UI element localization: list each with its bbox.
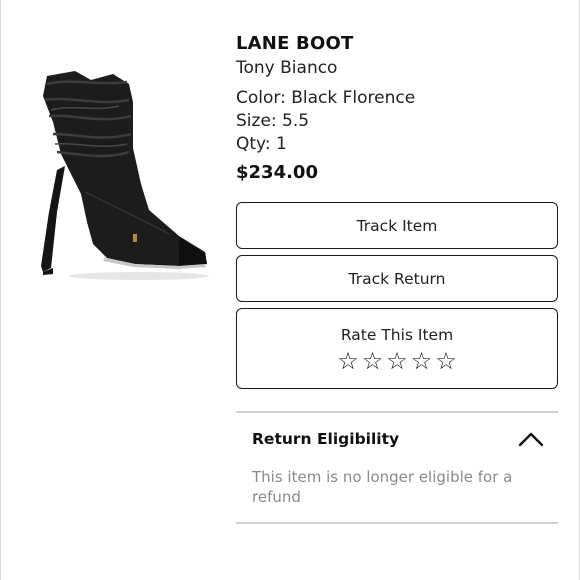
rate-item-box: Rate This Item ☆ ☆ ☆ ☆ ☆ xyxy=(236,308,558,389)
chevron-up-icon[interactable] xyxy=(518,431,544,447)
product-image xyxy=(41,71,209,280)
product-brand: Tony Bianco xyxy=(236,58,338,78)
return-eligibility-title: Return Eligibility xyxy=(252,430,400,448)
star-icon-1[interactable]: ☆ xyxy=(337,348,359,374)
product-name: LANE BOOT xyxy=(236,33,354,54)
star-rating: ☆ ☆ ☆ ☆ ☆ xyxy=(337,348,457,374)
section-divider xyxy=(236,522,558,524)
star-icon-4[interactable]: ☆ xyxy=(411,348,433,374)
return-eligibility-message: This item is no longer eligible for a re… xyxy=(252,468,513,506)
return-eligibility-toggle[interactable]: Return Eligibility xyxy=(252,428,548,452)
product-qty: Qty: 1 xyxy=(236,134,287,154)
track-item-button[interactable]: Track Item xyxy=(236,202,558,249)
product-size: Size: 5.5 xyxy=(236,111,310,131)
star-icon-2[interactable]: ☆ xyxy=(362,348,384,374)
product-price: $234.00 xyxy=(236,162,318,183)
star-icon-3[interactable]: ☆ xyxy=(386,348,408,374)
order-item-page: LANE BOOT Tony Bianco Color: Black Flore… xyxy=(0,0,580,580)
star-icon-5[interactable]: ☆ xyxy=(435,348,457,374)
section-divider xyxy=(236,411,558,413)
rate-item-label: Rate This Item xyxy=(340,325,454,344)
product-details: LANE BOOT Tony Bianco Color: Black Flore… xyxy=(236,34,558,184)
track-return-button[interactable]: Track Return xyxy=(236,255,558,302)
product-color: Color: Black Florence xyxy=(236,88,416,108)
